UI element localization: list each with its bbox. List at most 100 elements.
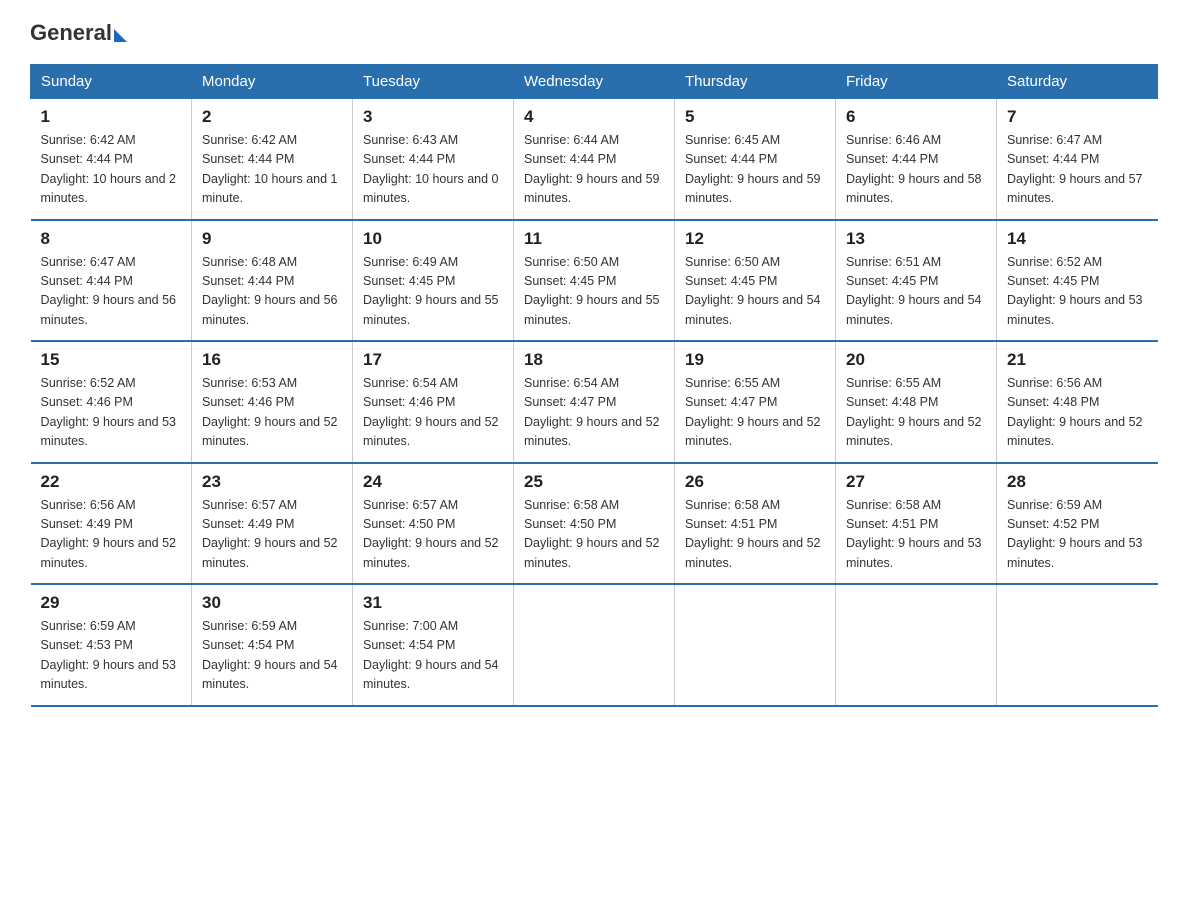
- day-number: 3: [363, 107, 503, 127]
- calendar-cell: 24 Sunrise: 6:57 AMSunset: 4:50 PMDayligh…: [353, 463, 514, 585]
- calendar-cell: 23 Sunrise: 6:57 AMSunset: 4:49 PMDayligh…: [192, 463, 353, 585]
- calendar-cell: 21Sunrise: 6:56 AMSunset: 4:48 PMDayligh…: [997, 341, 1158, 463]
- calendar-cell: 12 Sunrise: 6:50 AMSunset: 4:45 PMDayligh…: [675, 220, 836, 342]
- day-number: 7: [1007, 107, 1148, 127]
- day-info: Sunrise: 6:58 AMSunset: 4:51 PMDaylight:…: [846, 496, 986, 574]
- day-number: 31: [363, 593, 503, 613]
- logo-general-text: General: [30, 20, 112, 46]
- day-info: Sunrise: 6:50 AMSunset: 4:45 PMDaylight:…: [685, 253, 825, 331]
- calendar-cell: 20 Sunrise: 6:55 AMSunset: 4:48 PMDayligh…: [836, 341, 997, 463]
- day-info: Sunrise: 6:54 AMSunset: 4:47 PMDaylight:…: [524, 374, 664, 452]
- day-info: Sunrise: 6:48 AMSunset: 4:44 PMDaylight:…: [202, 253, 342, 331]
- day-info: Sunrise: 6:55 AMSunset: 4:48 PMDaylight:…: [846, 374, 986, 452]
- day-number: 24: [363, 472, 503, 492]
- calendar-cell: 18 Sunrise: 6:54 AMSunset: 4:47 PMDayligh…: [514, 341, 675, 463]
- calendar-cell: 27Sunrise: 6:58 AMSunset: 4:51 PMDayligh…: [836, 463, 997, 585]
- day-info: Sunrise: 6:56 AMSunset: 4:48 PMDaylight:…: [1007, 374, 1148, 452]
- day-number: 18: [524, 350, 664, 370]
- day-info: Sunrise: 6:50 AMSunset: 4:45 PMDaylight:…: [524, 253, 664, 331]
- day-info: Sunrise: 6:47 AMSunset: 4:44 PMDaylight:…: [41, 253, 182, 331]
- day-info: Sunrise: 6:59 AMSunset: 4:54 PMDaylight:…: [202, 617, 342, 695]
- day-info: Sunrise: 6:51 AMSunset: 4:45 PMDaylight:…: [846, 253, 986, 331]
- day-number: 28: [1007, 472, 1148, 492]
- calendar-cell: 14Sunrise: 6:52 AMSunset: 4:45 PMDayligh…: [997, 220, 1158, 342]
- calendar-cell: 31 Sunrise: 7:00 AMSunset: 4:54 PMDayligh…: [353, 584, 514, 706]
- day-info: Sunrise: 6:52 AMSunset: 4:45 PMDaylight:…: [1007, 253, 1148, 331]
- logo-triangle-icon: [114, 29, 127, 42]
- calendar-cell: 11 Sunrise: 6:50 AMSunset: 4:45 PMDayligh…: [514, 220, 675, 342]
- day-number: 10: [363, 229, 503, 249]
- calendar-cell: [836, 584, 997, 706]
- day-info: Sunrise: 6:58 AMSunset: 4:50 PMDaylight:…: [524, 496, 664, 574]
- calendar-cell: 9Sunrise: 6:48 AMSunset: 4:44 PMDaylight…: [192, 220, 353, 342]
- day-number: 30: [202, 593, 342, 613]
- day-number: 19: [685, 350, 825, 370]
- logo: General: [30, 20, 127, 46]
- calendar-cell: 16 Sunrise: 6:53 AMSunset: 4:46 PMDayligh…: [192, 341, 353, 463]
- calendar-cell: 4 Sunrise: 6:44 AMSunset: 4:44 PMDaylight…: [514, 99, 675, 220]
- calendar-cell: 25 Sunrise: 6:58 AMSunset: 4:50 PMDayligh…: [514, 463, 675, 585]
- day-number: 15: [41, 350, 182, 370]
- column-header-monday: Monday: [192, 65, 353, 99]
- day-number: 26: [685, 472, 825, 492]
- day-number: 1: [41, 107, 182, 127]
- column-header-saturday: Saturday: [997, 65, 1158, 99]
- calendar-cell: [514, 584, 675, 706]
- day-number: 2: [202, 107, 342, 127]
- calendar-week-row: 22Sunrise: 6:56 AMSunset: 4:49 PMDayligh…: [31, 463, 1158, 585]
- day-number: 4: [524, 107, 664, 127]
- calendar-week-row: 15 Sunrise: 6:52 AMSunset: 4:46 PMDayligh…: [31, 341, 1158, 463]
- day-info: Sunrise: 6:57 AMSunset: 4:49 PMDaylight:…: [202, 496, 342, 574]
- column-header-tuesday: Tuesday: [353, 65, 514, 99]
- column-header-sunday: Sunday: [31, 65, 192, 99]
- day-info: Sunrise: 6:56 AMSunset: 4:49 PMDaylight:…: [41, 496, 182, 574]
- day-number: 20: [846, 350, 986, 370]
- day-info: Sunrise: 6:57 AMSunset: 4:50 PMDaylight:…: [363, 496, 503, 574]
- calendar-cell: 22Sunrise: 6:56 AMSunset: 4:49 PMDayligh…: [31, 463, 192, 585]
- calendar-cell: 28Sunrise: 6:59 AMSunset: 4:52 PMDayligh…: [997, 463, 1158, 585]
- calendar-cell: [997, 584, 1158, 706]
- day-number: 16: [202, 350, 342, 370]
- calendar-cell: 17 Sunrise: 6:54 AMSunset: 4:46 PMDayligh…: [353, 341, 514, 463]
- calendar-cell: 8 Sunrise: 6:47 AMSunset: 4:44 PMDaylight…: [31, 220, 192, 342]
- day-info: Sunrise: 6:44 AMSunset: 4:44 PMDaylight:…: [524, 131, 664, 209]
- day-number: 5: [685, 107, 825, 127]
- day-info: Sunrise: 6:58 AMSunset: 4:51 PMDaylight:…: [685, 496, 825, 574]
- day-number: 8: [41, 229, 182, 249]
- day-info: Sunrise: 6:49 AMSunset: 4:45 PMDaylight:…: [363, 253, 503, 331]
- calendar-cell: 13 Sunrise: 6:51 AMSunset: 4:45 PMDayligh…: [836, 220, 997, 342]
- calendar-cell: 7 Sunrise: 6:47 AMSunset: 4:44 PMDaylight…: [997, 99, 1158, 220]
- day-number: 17: [363, 350, 503, 370]
- day-number: 29: [41, 593, 182, 613]
- day-info: Sunrise: 6:53 AMSunset: 4:46 PMDaylight:…: [202, 374, 342, 452]
- day-info: Sunrise: 6:54 AMSunset: 4:46 PMDaylight:…: [363, 374, 503, 452]
- calendar-cell: 5 Sunrise: 6:45 AMSunset: 4:44 PMDaylight…: [675, 99, 836, 220]
- day-number: 11: [524, 229, 664, 249]
- day-info: Sunrise: 6:42 AMSunset: 4:44 PMDaylight:…: [41, 131, 182, 209]
- day-number: 25: [524, 472, 664, 492]
- calendar-cell: 1 Sunrise: 6:42 AMSunset: 4:44 PMDaylight…: [31, 99, 192, 220]
- day-number: 12: [685, 229, 825, 249]
- day-number: 6: [846, 107, 986, 127]
- day-info: Sunrise: 6:55 AMSunset: 4:47 PMDaylight:…: [685, 374, 825, 452]
- calendar-week-row: 8 Sunrise: 6:47 AMSunset: 4:44 PMDaylight…: [31, 220, 1158, 342]
- calendar-table: SundayMondayTuesdayWednesdayThursdayFrid…: [30, 64, 1158, 707]
- calendar-cell: 3 Sunrise: 6:43 AMSunset: 4:44 PMDaylight…: [353, 99, 514, 220]
- calendar-header-row: SundayMondayTuesdayWednesdayThursdayFrid…: [31, 65, 1158, 99]
- day-number: 13: [846, 229, 986, 249]
- calendar-cell: 19 Sunrise: 6:55 AMSunset: 4:47 PMDayligh…: [675, 341, 836, 463]
- calendar-week-row: 29Sunrise: 6:59 AMSunset: 4:53 PMDayligh…: [31, 584, 1158, 706]
- calendar-cell: 29Sunrise: 6:59 AMSunset: 4:53 PMDayligh…: [31, 584, 192, 706]
- day-number: 23: [202, 472, 342, 492]
- day-info: Sunrise: 7:00 AMSunset: 4:54 PMDaylight:…: [363, 617, 503, 695]
- calendar-cell: 10 Sunrise: 6:49 AMSunset: 4:45 PMDayligh…: [353, 220, 514, 342]
- day-info: Sunrise: 6:43 AMSunset: 4:44 PMDaylight:…: [363, 131, 503, 209]
- calendar-cell: [675, 584, 836, 706]
- day-info: Sunrise: 6:47 AMSunset: 4:44 PMDaylight:…: [1007, 131, 1148, 209]
- calendar-cell: 2Sunrise: 6:42 AMSunset: 4:44 PMDaylight…: [192, 99, 353, 220]
- page-header: General: [30, 20, 1158, 46]
- calendar-cell: 6 Sunrise: 6:46 AMSunset: 4:44 PMDaylight…: [836, 99, 997, 220]
- day-info: Sunrise: 6:52 AMSunset: 4:46 PMDaylight:…: [41, 374, 182, 452]
- day-info: Sunrise: 6:45 AMSunset: 4:44 PMDaylight:…: [685, 131, 825, 209]
- day-info: Sunrise: 6:46 AMSunset: 4:44 PMDaylight:…: [846, 131, 986, 209]
